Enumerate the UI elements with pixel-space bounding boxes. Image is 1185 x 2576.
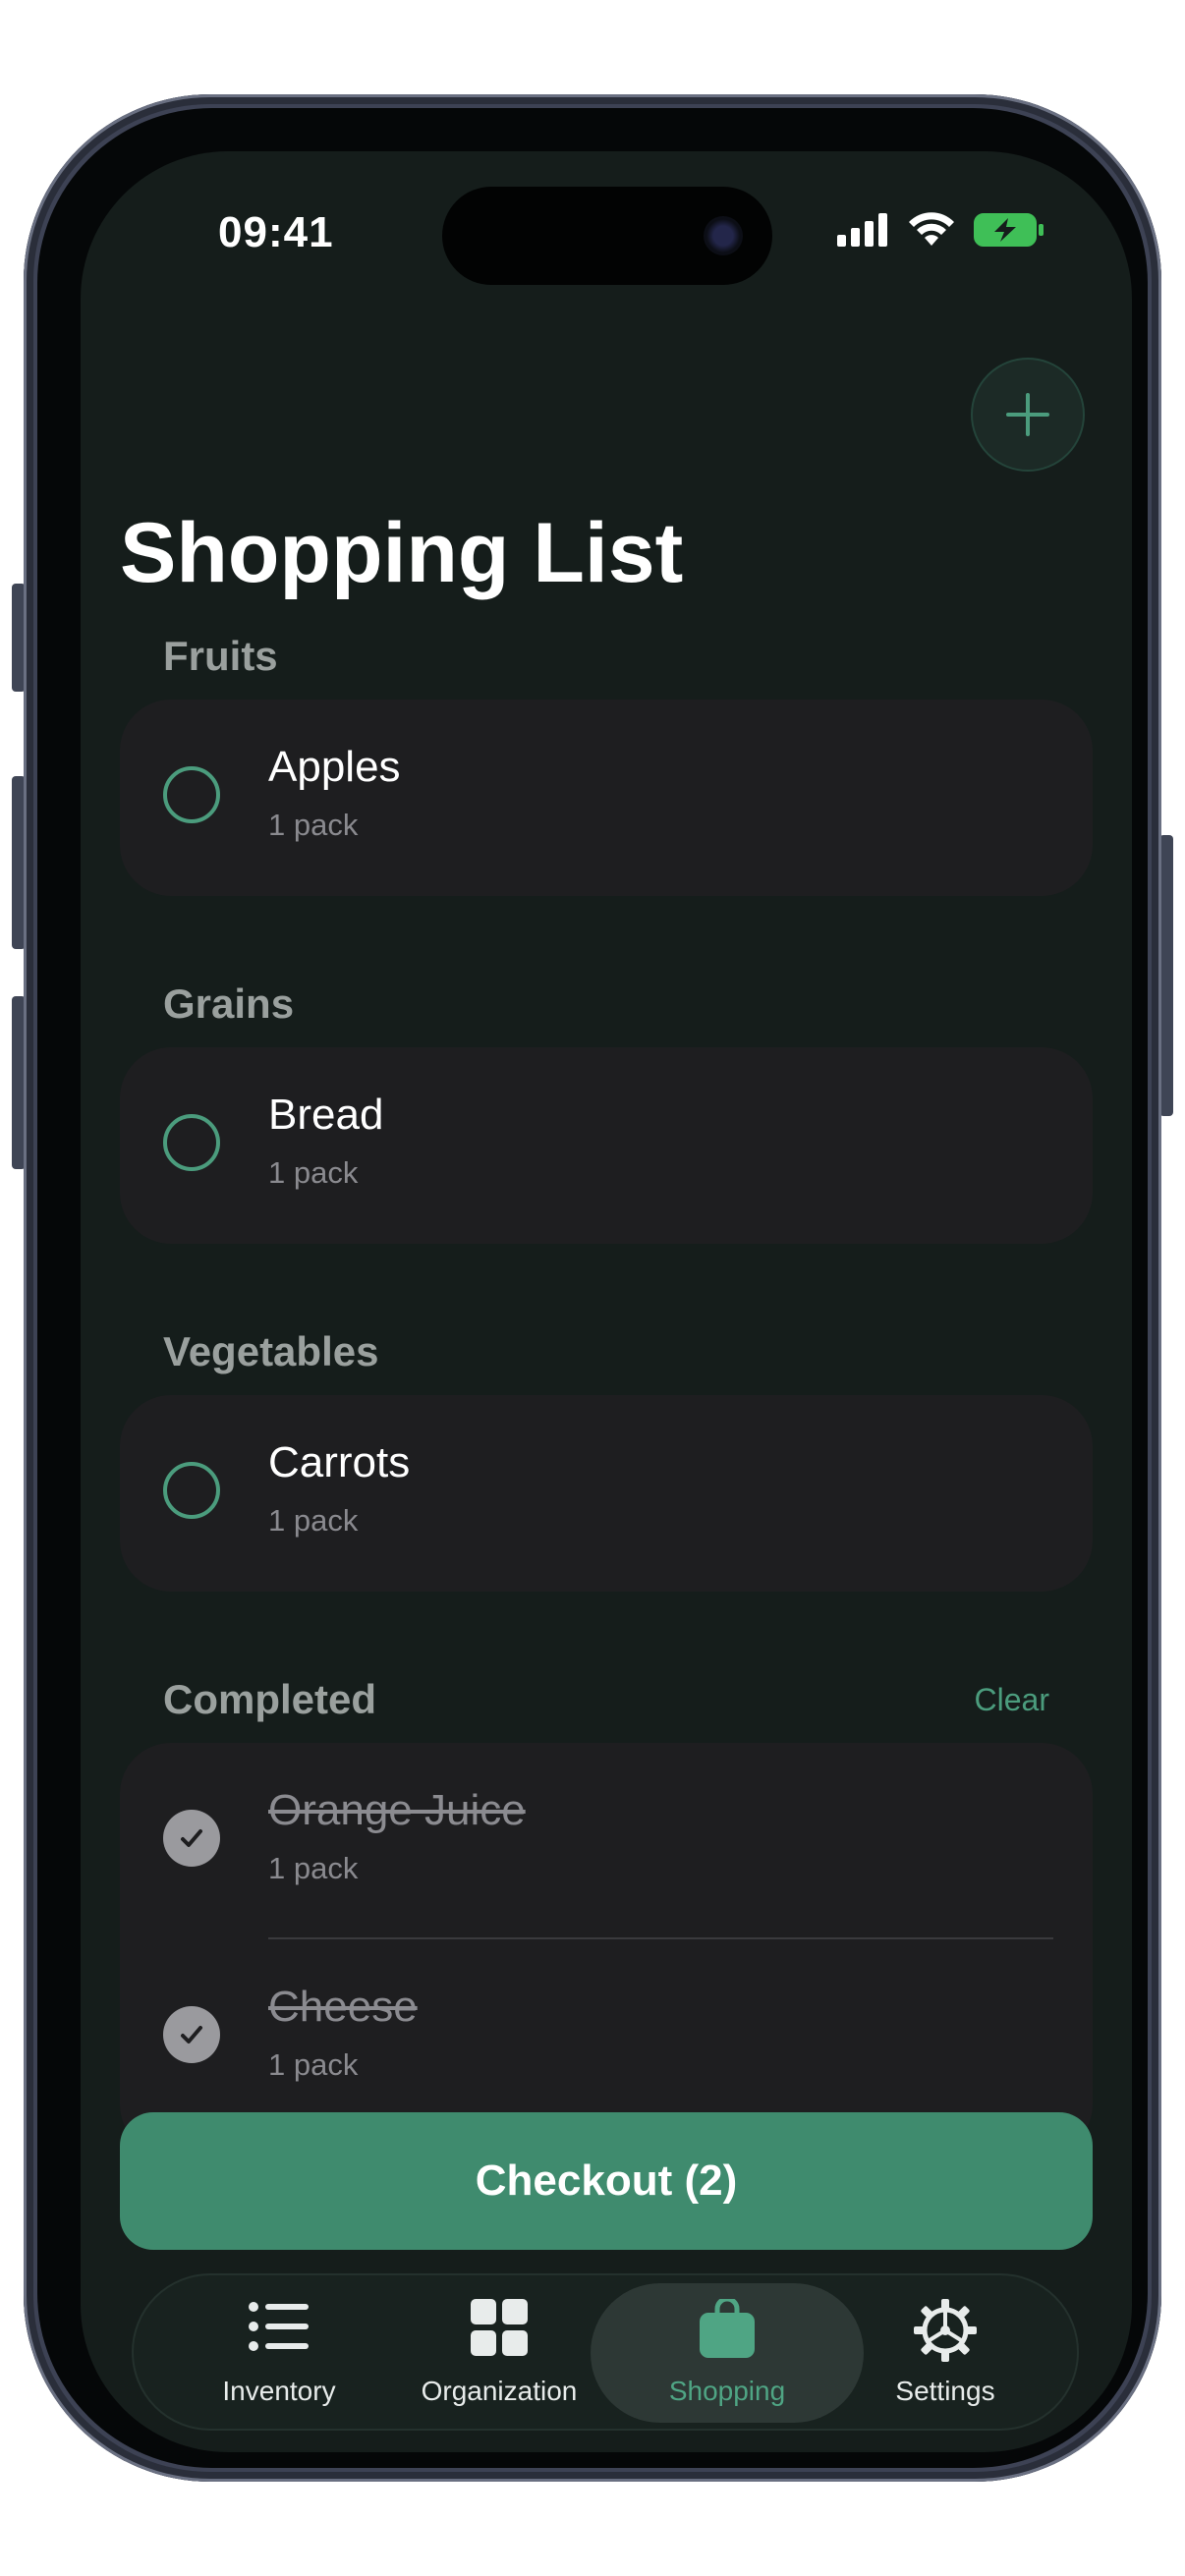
section-title-fruits: Fruits — [163, 633, 278, 679]
battery-charging-icon — [974, 213, 1044, 247]
list-item[interactable]: Apples 1 pack — [120, 700, 1093, 896]
tab-bar: Inventory Organization Shopping Settings — [132, 2273, 1079, 2431]
section-title-vegetables: Vegetables — [163, 1328, 379, 1374]
tab-label: Inventory — [222, 2376, 336, 2406]
item-name: Cheese — [268, 1983, 418, 2031]
tab-settings[interactable]: Settings — [837, 2275, 1053, 2429]
section-title-completed: Completed — [163, 1676, 377, 1722]
power-button — [1159, 835, 1173, 1116]
checkmark-icon — [181, 1829, 202, 1847]
status-time: 09:41 — [218, 208, 334, 256]
checkbox[interactable] — [163, 1114, 220, 1171]
phone-frame: 09:41 Shopping List Fruits Apples 1 pack… — [24, 94, 1161, 2482]
dynamic-island — [442, 187, 772, 285]
item-name: Apples — [268, 743, 401, 791]
list-item[interactable]: Bread 1 pack — [120, 1047, 1093, 1244]
checkbox[interactable] — [163, 766, 220, 823]
section-card-fruits: Apples 1 pack — [120, 700, 1093, 896]
item-quantity: 1 pack — [268, 1503, 359, 1538]
section-card-vegetables: Carrots 1 pack — [120, 1395, 1093, 1592]
list-item[interactable]: Orange Juice 1 pack — [120, 1743, 1093, 1939]
tab-label: Shopping — [668, 2376, 786, 2406]
tab-organization[interactable]: Organization — [391, 2275, 607, 2429]
item-name: Orange Juice — [268, 1786, 526, 1834]
checkbox-checked[interactable] — [163, 1810, 220, 1867]
list-item[interactable]: Carrots 1 pack — [120, 1395, 1093, 1592]
tab-label: Settings — [895, 2376, 995, 2406]
bag-icon — [700, 2299, 755, 2358]
grid-icon — [471, 2299, 528, 2356]
checkbox-checked[interactable] — [163, 2006, 220, 2063]
app-screen: 09:41 Shopping List Fruits Apples 1 pack… — [81, 151, 1132, 2452]
camera-icon — [704, 216, 743, 255]
clear-completed-button[interactable]: Clear — [975, 1682, 1049, 1718]
section-title-grains: Grains — [163, 980, 295, 1027]
gear-icon — [914, 2299, 977, 2362]
section-card-completed: Orange Juice 1 pack Cheese 1 pack — [120, 1743, 1093, 2156]
item-quantity: 1 pack — [268, 1155, 359, 1190]
checkmark-icon — [181, 2026, 202, 2044]
page-title: Shopping List — [120, 506, 684, 600]
list-item[interactable]: Cheese 1 pack — [120, 1939, 1093, 2136]
wifi-icon — [909, 212, 954, 246]
tab-label: Organization — [421, 2376, 578, 2406]
item-quantity: 1 pack — [268, 2047, 359, 2082]
checkbox[interactable] — [163, 1462, 220, 1519]
tab-shopping[interactable]: Shopping — [619, 2275, 835, 2429]
section-card-grains: Bread 1 pack — [120, 1047, 1093, 1244]
tab-inventory[interactable]: Inventory — [171, 2275, 387, 2429]
item-quantity: 1 pack — [268, 1851, 359, 1885]
phone-bezel: 09:41 Shopping List Fruits Apples 1 pack… — [37, 108, 1148, 2468]
add-item-button[interactable] — [971, 358, 1085, 472]
signal-icon — [837, 213, 887, 247]
status-icons — [837, 212, 1045, 248]
item-name: Bread — [268, 1091, 384, 1139]
checkout-button[interactable]: Checkout (2) — [120, 2112, 1093, 2250]
item-name: Carrots — [268, 1438, 411, 1486]
item-quantity: 1 pack — [268, 808, 359, 842]
list-icon — [249, 2302, 309, 2351]
